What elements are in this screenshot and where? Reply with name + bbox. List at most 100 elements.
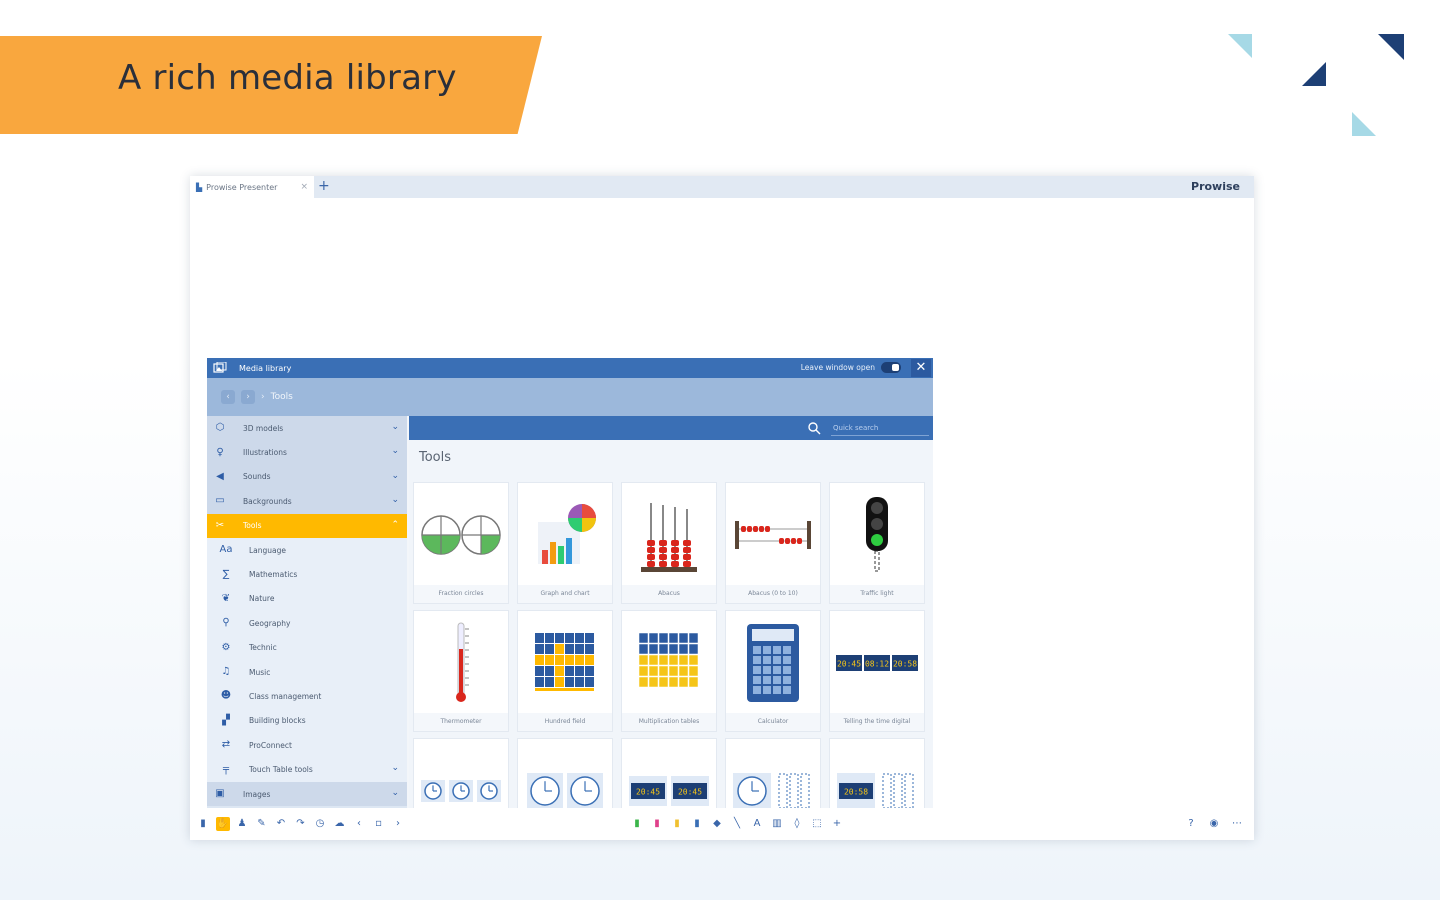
breadcrumb-bar: ‹ › › Tools: [207, 378, 933, 416]
sidebar-item[interactable]: ✂ Tools ⌃: [207, 513, 407, 538]
chevron-up-icon[interactable]: ⌃: [391, 520, 399, 530]
previous-page-icon[interactable]: ‹: [352, 817, 366, 831]
svg-text:08:12: 08:12: [865, 660, 889, 669]
breadcrumb-separator: ›: [261, 392, 265, 402]
marker-pink-icon[interactable]: ▮: [650, 817, 664, 831]
sidebar-item[interactable]: ⚲ Geography: [207, 611, 407, 636]
math-icon: ∑: [222, 568, 230, 580]
timer-icon[interactable]: ◷: [313, 817, 327, 831]
media-card[interactable]: Hundred field: [517, 610, 613, 732]
browser-tab[interactable]: ▙ Prowise Presenter ×: [190, 176, 314, 198]
media-card[interactable]: 20:58: [829, 738, 925, 808]
content-title: Tools: [419, 450, 452, 465]
close-button[interactable]: ✕: [911, 359, 931, 377]
chevron-down-icon[interactable]: ⌄: [391, 471, 399, 481]
keep-open-label: Leave window open: [800, 363, 875, 372]
eraser-icon[interactable]: ◊: [790, 817, 804, 831]
sidebar-item[interactable]: ∑ Mathematics: [207, 562, 407, 587]
sidebar-item[interactable]: ♀ Illustrations ⌄: [207, 440, 407, 465]
marker-blue-icon[interactable]: ▮: [690, 817, 704, 831]
chevron-down-icon[interactable]: ⌄: [391, 422, 399, 432]
sidebar-item[interactable]: ▣ Images ⌄: [207, 781, 407, 807]
text-icon[interactable]: A: [750, 817, 764, 831]
sidebar-item[interactable]: ⚙ Technic: [207, 635, 407, 660]
media-card[interactable]: Abacus: [621, 482, 717, 604]
select-icon[interactable]: ⬚: [810, 817, 824, 831]
media-card[interactable]: [517, 738, 613, 808]
music-note-icon: ♫: [221, 666, 231, 678]
media-card[interactable]: Calculator: [725, 610, 821, 732]
clocks-two-thumbnail: [518, 739, 612, 808]
sidebar-item[interactable]: ╤ Touch Table tools ⌄: [207, 757, 407, 782]
multiplication-thumbnail: [622, 611, 716, 715]
media-content: Tools Fraction circles Graph and chart A…: [409, 416, 933, 808]
chevron-down-icon[interactable]: ⌄: [391, 446, 399, 456]
sidebar-item[interactable]: ⇄ ProConnect: [207, 733, 407, 758]
page-indicator-icon[interactable]: ▫: [372, 817, 386, 831]
chevron-down-icon[interactable]: ⌄: [391, 763, 399, 773]
media-card[interactable]: Multiplication tables: [621, 610, 717, 732]
add-icon[interactable]: +: [830, 817, 844, 831]
search-input[interactable]: [831, 420, 929, 436]
notification-icon[interactable]: ◉: [1207, 817, 1221, 831]
redo-icon[interactable]: ↷: [294, 817, 308, 831]
marker-green-icon[interactable]: ▮: [630, 817, 644, 831]
new-tab-button[interactable]: +: [318, 178, 330, 194]
shapes-icon[interactable]: ▥: [770, 817, 784, 831]
sidebar-item[interactable]: ⬡ 3D models ⌄: [207, 416, 407, 441]
cloud-icon[interactable]: ☁: [333, 817, 347, 831]
breadcrumb[interactable]: Tools: [271, 392, 293, 402]
triangle-teal-top: [1228, 34, 1252, 58]
media-card-label: Abacus: [622, 585, 716, 603]
sidebar-item[interactable]: ▭ Backgrounds ⌄: [207, 489, 407, 514]
sidebar-item-label: Building blocks: [249, 716, 306, 726]
people-tool-icon[interactable]: ♟: [235, 817, 249, 831]
pen-tool-icon[interactable]: ✎: [255, 817, 269, 831]
abacus-horizontal-thumbnail: [726, 483, 820, 587]
tab-close-icon[interactable]: ×: [300, 182, 308, 192]
sidebar-item[interactable]: ◀ Sounds ⌄: [207, 464, 407, 490]
media-library-icon[interactable]: ✋: [215, 817, 230, 831]
sidebar-item[interactable]: ▞ Building blocks: [207, 708, 407, 734]
keep-open-toggle[interactable]: [881, 362, 901, 373]
folder-icon[interactable]: ▮: [196, 817, 210, 831]
media-library-titlebar: Media library Leave window open ✕: [207, 358, 933, 378]
sidebar-item-label: Sounds: [243, 472, 271, 482]
sidebar-item[interactable]: ♫ Music: [207, 659, 407, 685]
triangle-navy-mid: [1302, 62, 1326, 86]
digital-bars-thumbnail: 20:58: [830, 739, 924, 808]
app-window: ▙ Prowise Presenter × + Prowise Media li…: [190, 176, 1254, 840]
media-card[interactable]: Thermometer: [413, 610, 509, 732]
media-card[interactable]: Abacus (0 to 10): [725, 482, 821, 604]
chevron-down-icon[interactable]: ⌄: [391, 495, 399, 505]
search-icon[interactable]: [807, 421, 821, 435]
undo-icon[interactable]: ↶: [274, 817, 288, 831]
media-card[interactable]: 20:45 08:12 20:58 Telling the time digita…: [829, 610, 925, 732]
line-icon[interactable]: ╲: [730, 817, 744, 831]
media-card[interactable]: Fraction circles: [413, 482, 509, 604]
media-card-label: Multiplication tables: [622, 713, 716, 731]
tab-title: Prowise Presenter: [206, 182, 278, 192]
media-card[interactable]: Graph and chart: [517, 482, 613, 604]
sidebar-item-label: Class management: [249, 691, 322, 701]
sidebar-item-label: Tools: [243, 521, 262, 531]
media-card[interactable]: [725, 738, 821, 808]
svg-text:20:45: 20:45: [837, 660, 861, 669]
marker-yellow-icon[interactable]: ▮: [670, 817, 684, 831]
sidebar-item[interactable]: Aa Language: [207, 537, 407, 563]
forward-button[interactable]: ›: [241, 390, 255, 404]
media-card[interactable]: 20:45 20:45: [621, 738, 717, 808]
hundred-field-thumbnail: [518, 611, 612, 715]
sidebar-item[interactable]: ☻ Class management: [207, 684, 407, 709]
clock-bars-thumbnail: [726, 739, 820, 808]
media-card[interactable]: Traffic light: [829, 482, 925, 604]
fill-icon[interactable]: ◆: [710, 817, 724, 831]
nature-icon: ❦: [221, 592, 231, 604]
help-icon[interactable]: ?: [1184, 817, 1198, 831]
next-page-icon[interactable]: ›: [391, 817, 405, 831]
more-icon[interactable]: ⋯: [1230, 817, 1244, 831]
media-card[interactable]: [413, 738, 509, 808]
sidebar-item[interactable]: ❦ Nature: [207, 586, 407, 612]
chevron-down-icon[interactable]: ⌄: [391, 788, 399, 798]
back-button[interactable]: ‹: [221, 390, 235, 404]
